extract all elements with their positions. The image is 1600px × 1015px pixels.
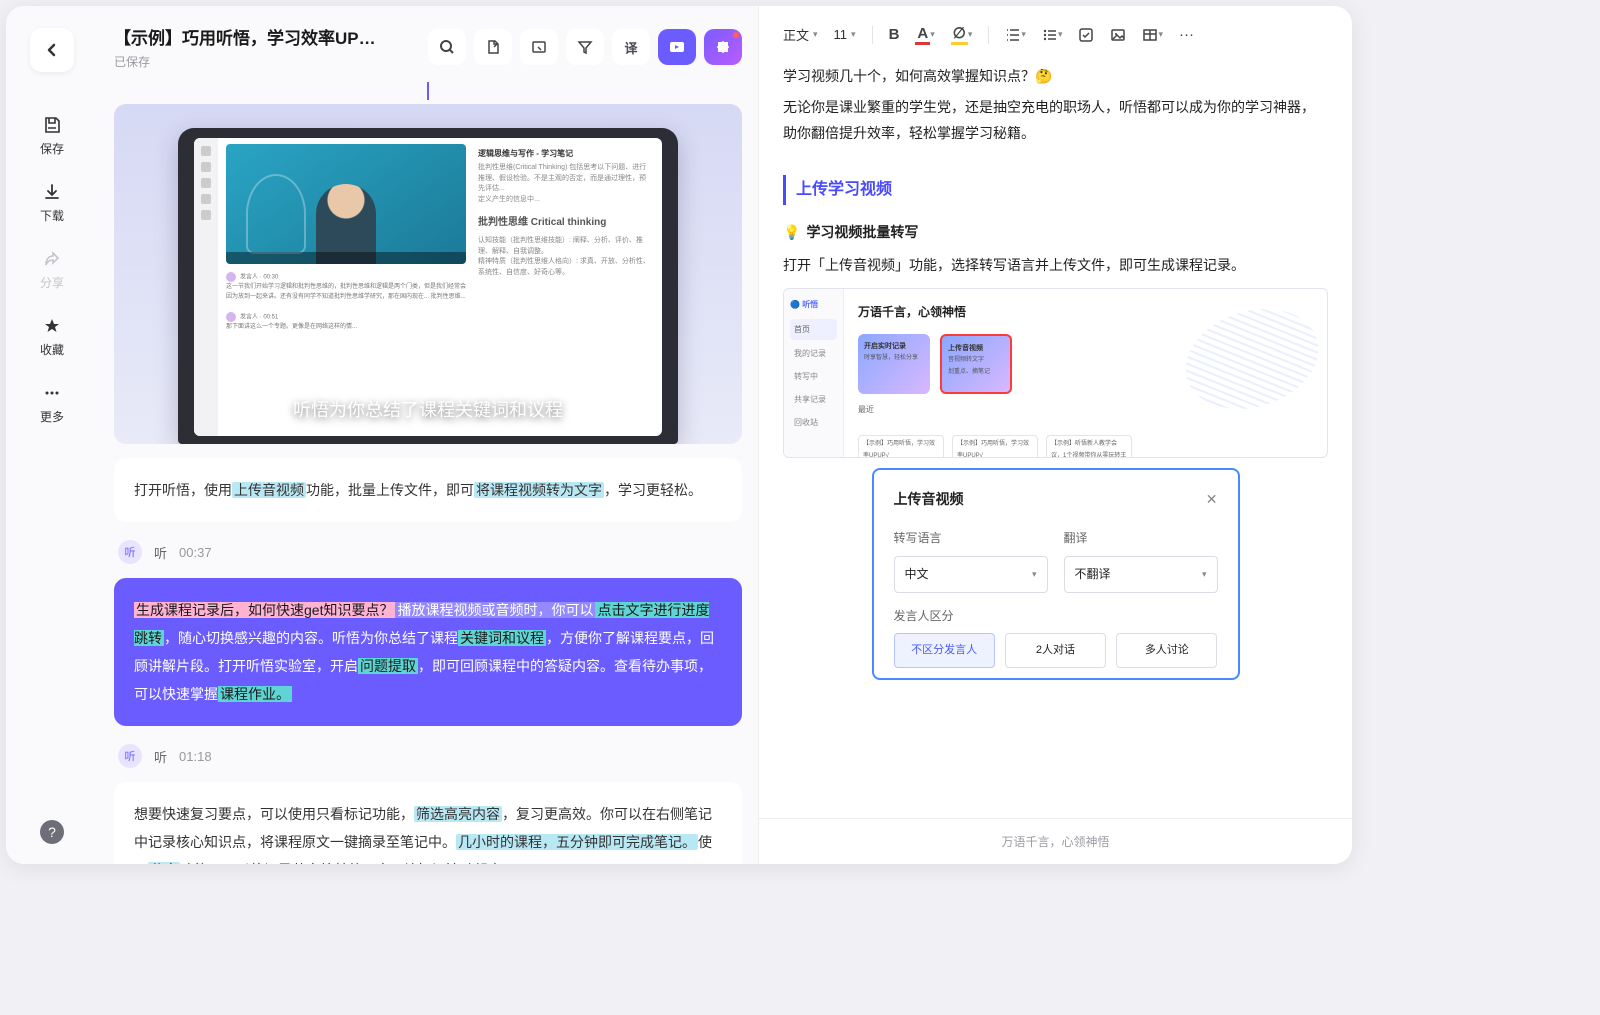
export-button[interactable] bbox=[474, 29, 512, 65]
ai-button[interactable] bbox=[704, 29, 742, 65]
image-button[interactable] bbox=[1110, 27, 1126, 43]
chevron-down-icon: ▾ bbox=[1032, 566, 1037, 583]
help-button[interactable]: ? bbox=[40, 820, 64, 844]
more-button[interactable]: ··· bbox=[1179, 26, 1194, 43]
sidebar-item-more[interactable]: 更多 bbox=[17, 374, 87, 435]
size-select[interactable]: 11▾ bbox=[834, 27, 856, 42]
upload-dialog: 上传音视频 ✕ 转写语言 中文▾ 翻译 不翻译▾ 发言人区分 不区分发言人 bbox=[872, 468, 1240, 680]
cursor-marker bbox=[114, 84, 742, 98]
table-icon bbox=[1142, 27, 1158, 43]
checkbox-icon bbox=[1078, 27, 1094, 43]
embedded-screenshot: 🔵 听悟 首页 我的记录 转写中 共享记录 回收站 万语千言，心领神悟 开启实时… bbox=[783, 288, 1328, 458]
sidebar-item-label: 更多 bbox=[40, 408, 64, 425]
filter-icon bbox=[577, 39, 593, 55]
speaker-tab-none[interactable]: 不区分发言人 bbox=[894, 633, 995, 668]
image-icon bbox=[1110, 27, 1126, 43]
chevron-down-icon: ▾ bbox=[813, 29, 818, 40]
trans-select[interactable]: 不翻译▾ bbox=[1064, 556, 1218, 593]
section-heading: 上传学习视频 bbox=[783, 175, 1328, 205]
bullet-list-icon bbox=[1042, 27, 1058, 43]
search-button[interactable] bbox=[428, 29, 466, 65]
lang-label: 转写语言 bbox=[894, 527, 1048, 550]
ordered-list-icon bbox=[1005, 27, 1021, 43]
trans-label: 翻译 bbox=[1064, 527, 1218, 550]
sidebar-item-download[interactable]: 下载 bbox=[17, 173, 87, 234]
download-icon bbox=[41, 181, 63, 203]
bullet-list-button[interactable]: ▾ bbox=[1042, 27, 1063, 43]
sidebar-item-save[interactable]: 保存 bbox=[17, 106, 87, 167]
export-icon bbox=[485, 39, 501, 55]
speaker-tab-multi[interactable]: 多人讨论 bbox=[1116, 633, 1217, 668]
sidebar-item-label: 下载 bbox=[40, 207, 64, 224]
sidebar-item-favorite[interactable]: 收藏 bbox=[17, 307, 87, 368]
intro-line-1: 学习视频几十个，如何高效掌握知识点？🤔 bbox=[783, 63, 1328, 90]
subsection-heading: 💡学习视频批量转写 bbox=[783, 219, 1328, 246]
timestamp[interactable]: 00:37 bbox=[179, 545, 212, 560]
puzzle-icon bbox=[714, 38, 732, 56]
highlight-button[interactable]: ∅▾ bbox=[951, 24, 973, 45]
dialog-title: 上传音视频 bbox=[894, 486, 964, 513]
transcript-segment[interactable]: 打开听悟，使用上传音视频功能，批量上传文件，即可将课程视频转为文字，学习更轻松。 bbox=[114, 458, 742, 522]
search-icon bbox=[439, 39, 455, 55]
transcript-segment[interactable]: 生成课程记录后，如何快速get知识要点？播放课程视频或音频时，你可以点击文字进行… bbox=[114, 578, 742, 726]
subsection-desc: 打开「上传音视频」功能，选择转写语言并上传文件，即可生成课程记录。 bbox=[783, 252, 1328, 279]
chevron-down-icon: ▾ bbox=[851, 29, 856, 40]
save-status: 已保存 bbox=[114, 53, 414, 70]
chevron-down-icon: ▾ bbox=[1202, 566, 1207, 583]
star-icon bbox=[41, 315, 63, 337]
timestamp[interactable]: 01:18 bbox=[179, 749, 212, 764]
more-icon bbox=[41, 382, 63, 404]
filter-button[interactable] bbox=[566, 29, 604, 65]
style-select[interactable]: 正文▾ bbox=[783, 25, 818, 44]
bold-button[interactable]: B bbox=[889, 26, 900, 43]
speaker-tab-two[interactable]: 2人对话 bbox=[1005, 633, 1106, 668]
checkbox-button[interactable] bbox=[1078, 27, 1094, 43]
translate-button[interactable]: 译 bbox=[612, 29, 650, 65]
document-title: 【示例】巧用听悟，学习效率UP… bbox=[114, 24, 414, 49]
table-button[interactable]: ▾ bbox=[1142, 27, 1163, 43]
speaker-name: 听 bbox=[154, 747, 167, 766]
speaker-avatar: 听 bbox=[118, 744, 142, 768]
video-button[interactable] bbox=[658, 29, 696, 65]
bulb-icon: 💡 bbox=[783, 219, 800, 246]
intro-line-2: 无论你是课业繁重的学生党，还是抽空充电的职场人，听悟都可以成为你的学习神器，助你… bbox=[783, 94, 1328, 147]
ordered-list-button[interactable]: ▾ bbox=[1005, 27, 1026, 43]
share-icon bbox=[41, 248, 63, 270]
lang-select[interactable]: 中文▾ bbox=[894, 556, 1048, 593]
sidebar-item-label: 分享 bbox=[40, 274, 64, 291]
speaker-name: 听 bbox=[154, 543, 167, 562]
speaker-avatar: 听 bbox=[118, 540, 142, 564]
video-preview[interactable]: 发言人 · 00:30 这一节我们开始学习逻辑和批判性思维的，批判性思维和逻辑是… bbox=[114, 104, 742, 444]
chevron-left-icon bbox=[44, 42, 60, 58]
close-button[interactable]: ✕ bbox=[1206, 486, 1218, 513]
sidebar-item-label: 保存 bbox=[40, 140, 64, 157]
sidebar-item-share[interactable]: 分享 bbox=[17, 240, 87, 301]
play-icon bbox=[668, 38, 686, 56]
text-color-button[interactable]: A▾ bbox=[915, 25, 934, 45]
sidebar-item-label: 收藏 bbox=[40, 341, 64, 358]
card-icon bbox=[531, 39, 547, 55]
card-button[interactable] bbox=[520, 29, 558, 65]
footer-slogan: 万语千言，心领神悟 bbox=[759, 818, 1352, 864]
video-subtitle: 听悟为你总结了课程关键词和议程 bbox=[293, 396, 563, 422]
transcript-segment[interactable]: 想要快速复习要点，可以使用只看标记功能，筛选高亮内容，复习更高效。你可以在右侧笔… bbox=[114, 782, 742, 864]
speaker-label: 发言人区分 bbox=[894, 605, 1218, 628]
translate-icon: 译 bbox=[624, 38, 637, 57]
save-icon bbox=[41, 114, 63, 136]
back-button[interactable] bbox=[30, 28, 74, 72]
